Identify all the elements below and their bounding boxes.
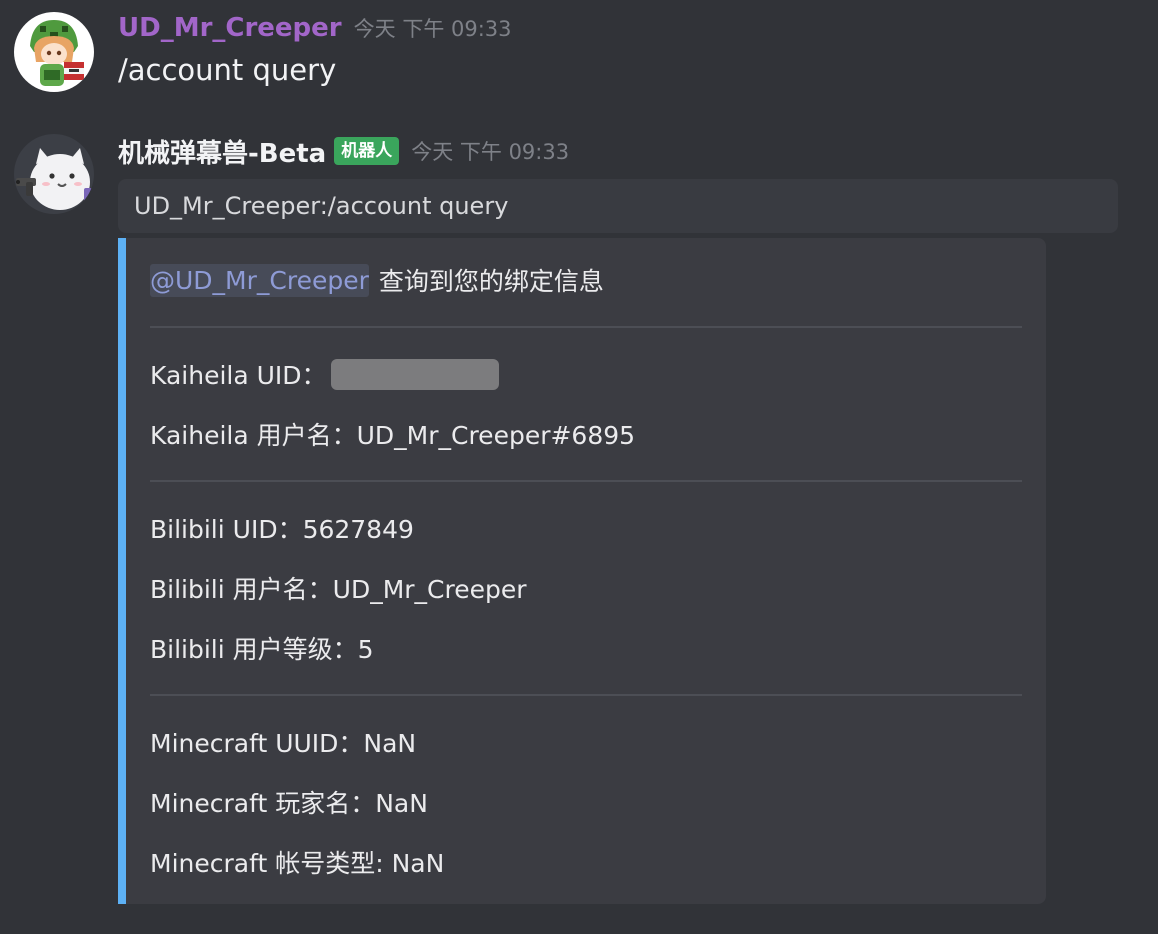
card-header: @UD_Mr_Creeper 查询到您的绑定信息	[150, 260, 604, 300]
account-info-card: @UD_Mr_Creeper 查询到您的绑定信息 Kaiheila UID： K…	[118, 238, 1046, 904]
username[interactable]: 机械弹幕兽-Beta	[118, 133, 326, 170]
bilibili-level-row: Bilibili 用户等级：5	[150, 635, 374, 664]
message-header: UD_Mr_Creeper 今天 下午 09:33	[118, 10, 512, 46]
timestamp: 今天 下午 09:33	[411, 140, 570, 164]
username[interactable]: UD_Mr_Creeper	[118, 13, 342, 43]
white-cat-with-gun-avatar-icon[interactable]	[14, 134, 94, 214]
bilibili-name-row: Bilibili 用户名：UD_Mr_Creeper	[150, 575, 527, 604]
kaiheila-uid-row: Kaiheila UID：	[150, 354, 499, 394]
user-mention[interactable]: @UD_Mr_Creeper	[150, 263, 369, 297]
bot-tag: 机器人	[334, 137, 400, 165]
redacted-value	[330, 358, 499, 390]
bilibili-uid-row: Bilibili UID：5627849	[150, 515, 414, 544]
quoted-text: UD_Mr_Creeper:/account query	[134, 192, 509, 220]
card-accent-bar	[118, 238, 126, 904]
divider	[150, 326, 1022, 328]
divider	[150, 694, 1022, 696]
creeper-anime-avatar-icon[interactable]	[14, 12, 94, 92]
message-text: /account query	[118, 53, 337, 87]
timestamp: 今天 下午 09:33	[353, 17, 512, 41]
minecraft-name-row: Minecraft 玩家名：NaN	[150, 789, 428, 818]
message-header: 机械弹幕兽-Beta 机器人 今天 下午 09:33	[118, 133, 569, 169]
message-user: UD_Mr_Creeper 今天 下午 09:33 /account query	[0, 0, 1158, 110]
kaiheila-name-row: Kaiheila 用户名：UD_Mr_Creeper#6895	[150, 421, 636, 450]
divider	[150, 480, 1022, 482]
card-header-text: 查询到您的绑定信息	[378, 267, 604, 296]
minecraft-uuid-row: Minecraft UUID：NaN	[150, 729, 417, 758]
kaiheila-uid-label: Kaiheila UID：	[150, 361, 327, 390]
quoted-message[interactable]: UD_Mr_Creeper:/account query	[118, 179, 1118, 233]
minecraft-type-row: Minecraft 帐号类型: NaN	[150, 849, 445, 878]
